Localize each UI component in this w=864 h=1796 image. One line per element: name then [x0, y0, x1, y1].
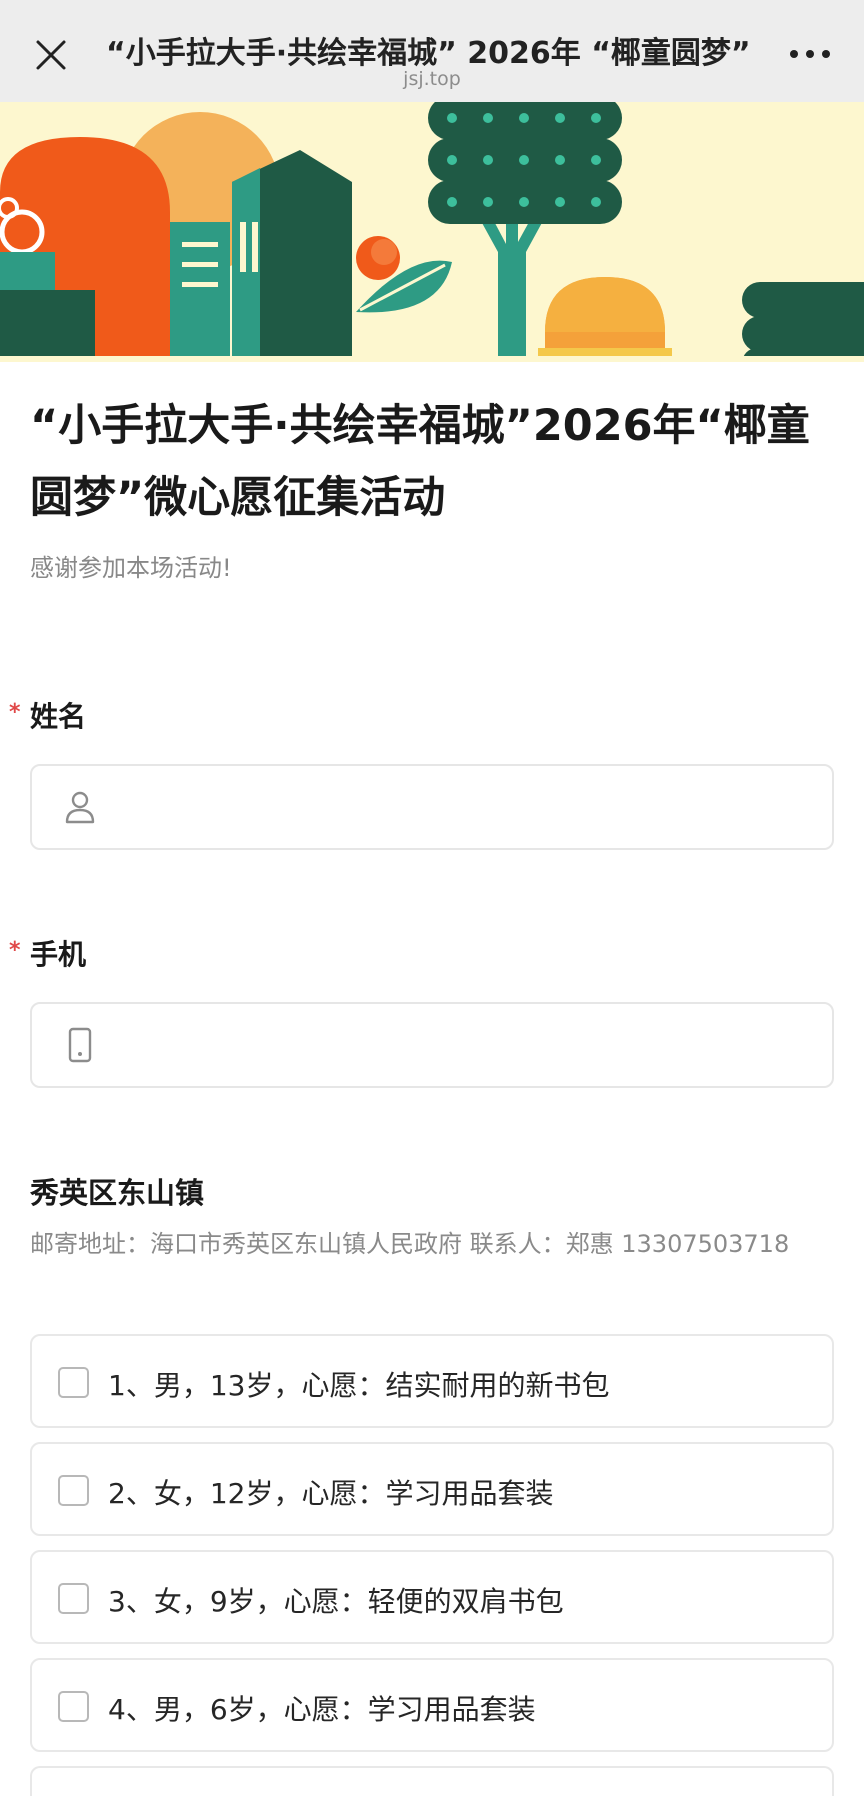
option-label: 2、女，12岁，心愿：学习用品套装 [108, 1477, 554, 1510]
close-icon [36, 40, 66, 70]
name-field[interactable] [30, 764, 834, 850]
phone-field[interactable] [30, 1002, 834, 1088]
form-title: “小手拉大手·共绘幸福城”2026年“椰童圆梦”微心愿征集活动 [30, 401, 810, 523]
wish-option-4[interactable]: 4、男，6岁，心愿：学习用品套装 [30, 1658, 834, 1752]
option-label: 4、男，6岁，心愿：学习用品套装 [108, 1693, 536, 1726]
browser-page-title: “小手拉大手·共绘幸福城” 2026年 “椰童圆梦”微心愿征集活动 [106, 36, 750, 71]
checkbox[interactable] [58, 1367, 89, 1398]
browser-url: jsj.top [403, 68, 461, 90]
option-label: 3、女，9岁，心愿：轻便的双肩书包 [108, 1585, 564, 1618]
banner-illustration [0, 102, 864, 362]
name-input[interactable] [122, 776, 812, 838]
checkbox[interactable] [58, 1475, 89, 1506]
option-label: 1、男，13岁，心愿：结实耐用的新书包 [108, 1369, 610, 1402]
checkbox[interactable] [58, 1583, 89, 1614]
wish-option-2[interactable]: 2、女，12岁，心愿：学习用品套装 [30, 1442, 834, 1536]
more-options-button[interactable] [790, 50, 830, 62]
mobile-phone-icon [68, 1027, 92, 1063]
phone-input[interactable] [122, 1014, 812, 1076]
browser-top-bar: “小手拉大手·共绘幸福城” 2026年 “椰童圆梦”微心愿征集活动 jsj.to… [0, 0, 864, 102]
form-subtitle: 感谢参加本场活动! [30, 554, 232, 582]
checkbox[interactable] [58, 1691, 89, 1722]
person-icon [65, 791, 95, 824]
section-description: 邮寄地址：海口市秀英区东山镇人民政府 联系人：郑惠 13307503718 [30, 1230, 790, 1258]
close-button[interactable] [34, 38, 68, 72]
section-title: 秀英区东山镇 [30, 1176, 205, 1210]
wish-option-5-partial[interactable] [30, 1766, 834, 1796]
wish-option-3[interactable]: 3、女，9岁，心愿：轻便的双肩书包 [30, 1550, 834, 1644]
city-illustration-banner [0, 102, 864, 362]
required-marker: * [9, 700, 21, 725]
required-marker: * [9, 938, 21, 963]
more-dots-icon [790, 50, 798, 58]
phone-field-label: 手机 [30, 938, 87, 971]
name-field-label: 姓名 [30, 700, 87, 733]
wish-option-1[interactable]: 1、男，13岁，心愿：结实耐用的新书包 [30, 1334, 834, 1428]
